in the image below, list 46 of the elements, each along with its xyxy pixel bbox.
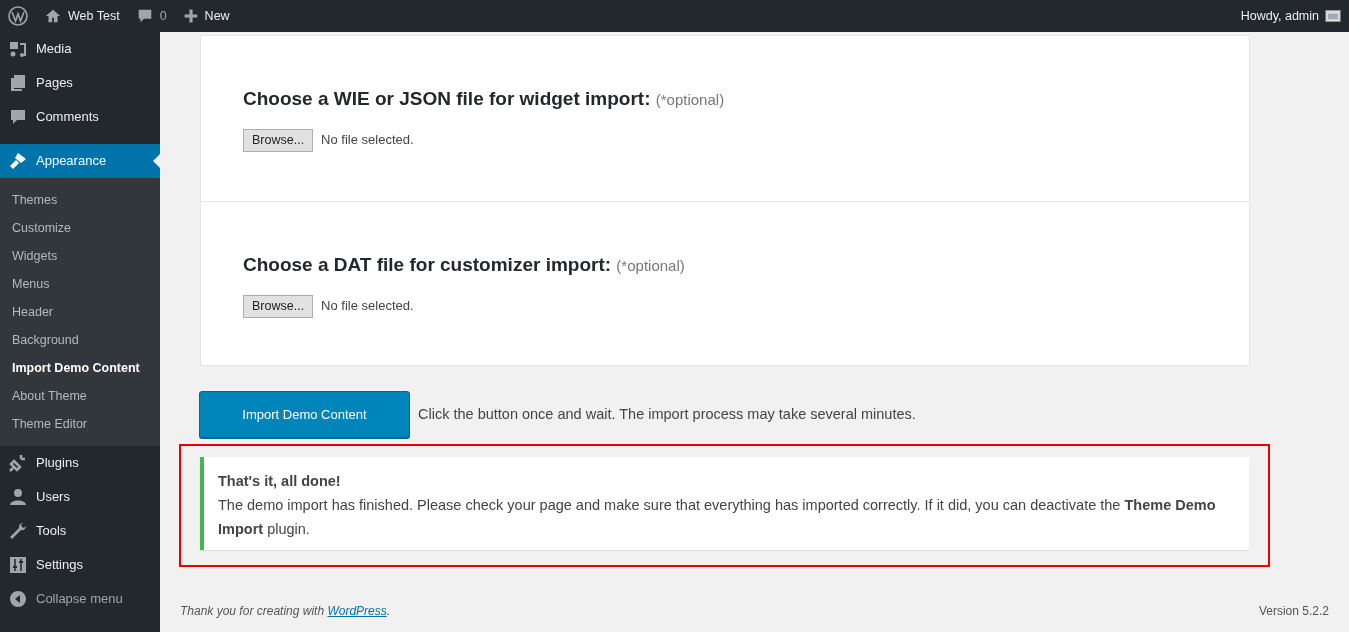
import-hint: Click the button once and wait. The import process may take several minutes. [418,404,916,424]
submenu-item[interactable]: About Theme [0,382,160,410]
submenu-item[interactable]: Background [0,326,160,354]
user-icon [8,487,28,507]
sidebar-item[interactable]: Comments [0,100,160,134]
home-icon [44,7,62,25]
new-link[interactable]: New [174,0,238,32]
import-button[interactable]: Import Demo Content [199,391,410,438]
pages-icon [8,73,28,93]
file-status: No file selected. [321,131,414,150]
submenu-item[interactable]: Menus [0,270,160,298]
section-title: Choose a DAT file for customizer import: (*optional) [243,254,686,277]
sidebar-item[interactable]: Pages [0,66,160,100]
submenu-item[interactable]: Import Demo Content [0,354,160,382]
submenu-item[interactable]: Widgets [0,242,160,270]
notice-message: The demo import has finished. Please check your page and make sure that everything has imported correctly. If it did, you can deactivate the Theme Demo Import plugin. [218,496,1217,539]
notice-title: That's it, all done! [218,472,342,491]
sidebar-item[interactable]: Settings [0,548,160,582]
file-status: No file selected. [321,297,414,316]
wrench-icon [8,521,28,541]
site-link[interactable]: Web Test [36,0,128,32]
account-link[interactable]: Howdy, admin [1232,0,1349,32]
comments-link[interactable]: 0 [127,0,175,32]
paintbrush-icon [8,151,28,171]
sliders-icon [8,555,28,575]
wordpress-link[interactable]: WordPress [327,604,387,618]
avatar-icon [1325,8,1341,24]
version-text: Version 5.2.2 [1258,603,1329,620]
sidebar-item[interactable]: Plugins [0,446,160,480]
submenu-item[interactable]: Theme Editor [0,410,160,438]
submenu-item[interactable]: Customize [0,214,160,242]
wordpress-logo-icon [8,6,28,26]
submenu-item[interactable]: Themes [0,186,160,214]
sidebar-item[interactable]: Users [0,480,160,514]
collapse-menu-link[interactable]: Collapse menu [0,582,160,616]
browse-button[interactable]: Browse... [243,128,314,152]
speech-bubble-icon [8,107,28,127]
submenu-item[interactable]: Header [0,298,160,326]
footer-text: Thank you for creating with WordPress. [180,603,391,620]
browse-button[interactable]: Browse... [243,294,314,318]
plus-icon [182,8,199,24]
sidebar-item[interactable]: Appearance [0,144,160,178]
sidebar-item[interactable]: Media [0,32,160,66]
section-title: Choose a WIE or JSON file for widget import: (*optional) [243,88,726,111]
sidebar-item[interactable]: Tools [0,514,160,548]
media-icon [8,39,28,59]
